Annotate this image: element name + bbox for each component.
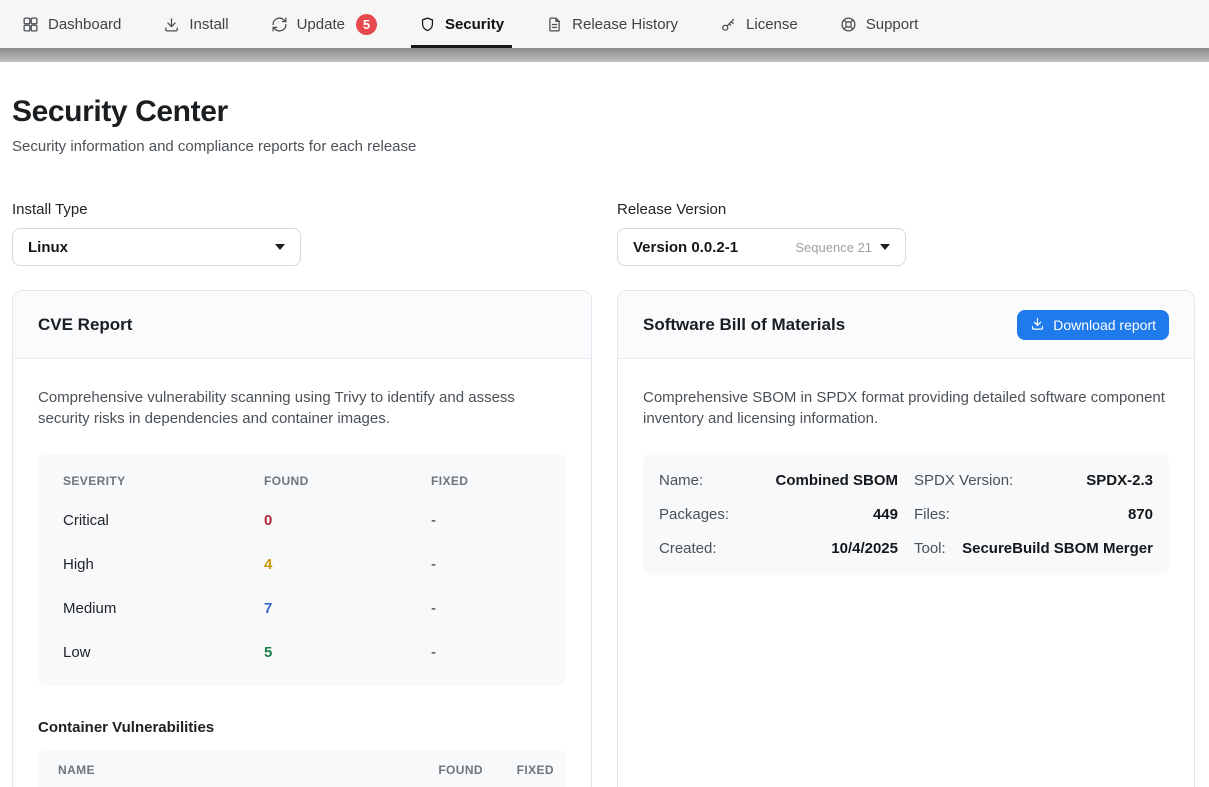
- chevron-down-icon: [275, 244, 285, 250]
- found-count: 4: [264, 556, 431, 573]
- page-title: Security Center: [12, 95, 1195, 129]
- name-column-header: NAME: [58, 763, 383, 777]
- detail-value: SecureBuild SBOM Merger: [962, 540, 1153, 557]
- toolbar-shadow-strip: [0, 48, 1209, 62]
- severity-name: High: [63, 556, 264, 573]
- dashboard-icon: [22, 16, 39, 33]
- nav-item-security[interactable]: Security: [411, 0, 512, 48]
- nav-label: Update: [297, 16, 345, 33]
- fixed-count: -: [431, 600, 541, 617]
- container-vulnerabilities-header: NAME FOUND FIXED: [38, 750, 566, 787]
- found-count: 7: [264, 600, 431, 617]
- detail-label: SPDX Version:: [914, 472, 1013, 489]
- sbom-detail-name: Name: Combined SBOM: [659, 463, 898, 497]
- nav-label: Dashboard: [48, 16, 121, 33]
- cve-report-title: CVE Report: [38, 315, 132, 335]
- detail-label: Created:: [659, 540, 717, 557]
- found-count: 0: [264, 512, 431, 529]
- severity-name: Medium: [63, 600, 264, 617]
- found-column-header: FOUND: [383, 763, 483, 777]
- detail-label: Files:: [914, 506, 950, 523]
- page-subtitle: Security information and compliance repo…: [12, 138, 1195, 155]
- sbom-title: Software Bill of Materials: [643, 315, 845, 335]
- update-count-badge: 5: [356, 14, 377, 35]
- sbom-card: Software Bill of Materials Download repo…: [617, 290, 1195, 787]
- cve-report-card: CVE Report Comprehensive vulnerability s…: [12, 290, 592, 787]
- sbom-body: Comprehensive SBOM in SPDX format provid…: [618, 359, 1194, 575]
- main-content: Security Center Security information and…: [0, 95, 1209, 787]
- found-count: 5: [264, 644, 431, 661]
- release-version-value: Version 0.0.2-1: [633, 239, 795, 256]
- severity-name: Critical: [63, 512, 264, 529]
- nav-item-update[interactable]: Update 5: [263, 0, 385, 48]
- nav-item-install[interactable]: Install: [155, 0, 236, 48]
- nav-item-support[interactable]: Support: [832, 0, 927, 48]
- key-icon: [720, 16, 737, 33]
- lifebuoy-icon: [840, 16, 857, 33]
- filters-row: Install Type Linux Release Version Versi…: [12, 201, 1195, 266]
- fixed-count: -: [431, 556, 541, 573]
- shield-icon: [419, 16, 436, 33]
- fixed-count: -: [431, 512, 541, 529]
- top-navigation: Dashboard Install Update 5 Security Rele…: [0, 0, 1209, 48]
- nav-item-license[interactable]: License: [712, 0, 806, 48]
- nav-item-dashboard[interactable]: Dashboard: [14, 0, 129, 48]
- sbom-detail-tool: Tool: SecureBuild SBOM Merger: [914, 531, 1153, 565]
- table-row: Low 5 -: [63, 630, 541, 674]
- sbom-details-grid: Name: Combined SBOM SPDX Version: SPDX-2…: [643, 453, 1169, 575]
- nav-label: License: [746, 16, 798, 33]
- nav-label: Security: [445, 16, 504, 33]
- detail-value: 10/4/2025: [831, 540, 898, 557]
- sbom-detail-files: Files: 870: [914, 497, 1153, 531]
- sbom-detail-created: Created: 10/4/2025: [659, 531, 898, 565]
- install-type-filter: Install Type Linux: [12, 201, 592, 266]
- severity-name: Low: [63, 644, 264, 661]
- nav-label: Support: [866, 16, 919, 33]
- install-type-select[interactable]: Linux: [12, 228, 301, 266]
- container-vulnerabilities-title: Container Vulnerabilities: [38, 719, 566, 736]
- nav-label: Release History: [572, 16, 678, 33]
- download-report-button[interactable]: Download report: [1017, 310, 1169, 340]
- nav-label: Install: [189, 16, 228, 33]
- fixed-column-header: FIXED: [483, 763, 554, 777]
- sbom-header: Software Bill of Materials Download repo…: [618, 291, 1194, 359]
- detail-value: Combined SBOM: [776, 472, 899, 489]
- detail-label: Packages:: [659, 506, 729, 523]
- detail-value: 870: [1128, 506, 1153, 523]
- sbom-detail-spdx-version: SPDX Version: SPDX-2.3: [914, 463, 1153, 497]
- table-row: High 4 -: [63, 542, 541, 586]
- fixed-count: -: [431, 644, 541, 661]
- report-cards-row: CVE Report Comprehensive vulnerability s…: [12, 290, 1195, 787]
- refresh-icon: [271, 16, 288, 33]
- release-version-filter: Release Version Version 0.0.2-1 Sequence…: [617, 201, 1195, 266]
- download-icon: [163, 16, 180, 33]
- install-type-label: Install Type: [12, 201, 592, 218]
- sbom-detail-packages: Packages: 449: [659, 497, 898, 531]
- detail-value: SPDX-2.3: [1086, 472, 1153, 489]
- detail-value: 449: [873, 506, 898, 523]
- sbom-description: Comprehensive SBOM in SPDX format provid…: [643, 387, 1169, 429]
- fixed-column-header: FIXED: [431, 474, 541, 488]
- detail-label: Name:: [659, 472, 703, 489]
- severity-column-header: SEVERITY: [63, 474, 264, 488]
- cve-report-body: Comprehensive vulnerability scanning usi…: [13, 359, 591, 787]
- release-version-select[interactable]: Version 0.0.2-1 Sequence 21: [617, 228, 906, 266]
- install-type-value: Linux: [28, 239, 267, 256]
- release-sequence-label: Sequence 21: [795, 240, 872, 255]
- document-icon: [546, 16, 563, 33]
- nav-item-release-history[interactable]: Release History: [538, 0, 686, 48]
- detail-label: Tool:: [914, 540, 946, 557]
- table-row: Medium 7 -: [63, 586, 541, 630]
- download-icon: [1030, 316, 1045, 334]
- table-row: Critical 0 -: [63, 498, 541, 542]
- release-version-label: Release Version: [617, 201, 1195, 218]
- download-report-label: Download report: [1053, 317, 1156, 333]
- found-column-header: FOUND: [264, 474, 431, 488]
- chevron-down-icon: [880, 244, 890, 250]
- cve-report-header: CVE Report: [13, 291, 591, 359]
- cve-report-description: Comprehensive vulnerability scanning usi…: [38, 387, 566, 429]
- severity-table-header: SEVERITY FOUND FIXED: [63, 464, 541, 498]
- severity-table: SEVERITY FOUND FIXED Critical 0 - High 4…: [38, 454, 566, 686]
